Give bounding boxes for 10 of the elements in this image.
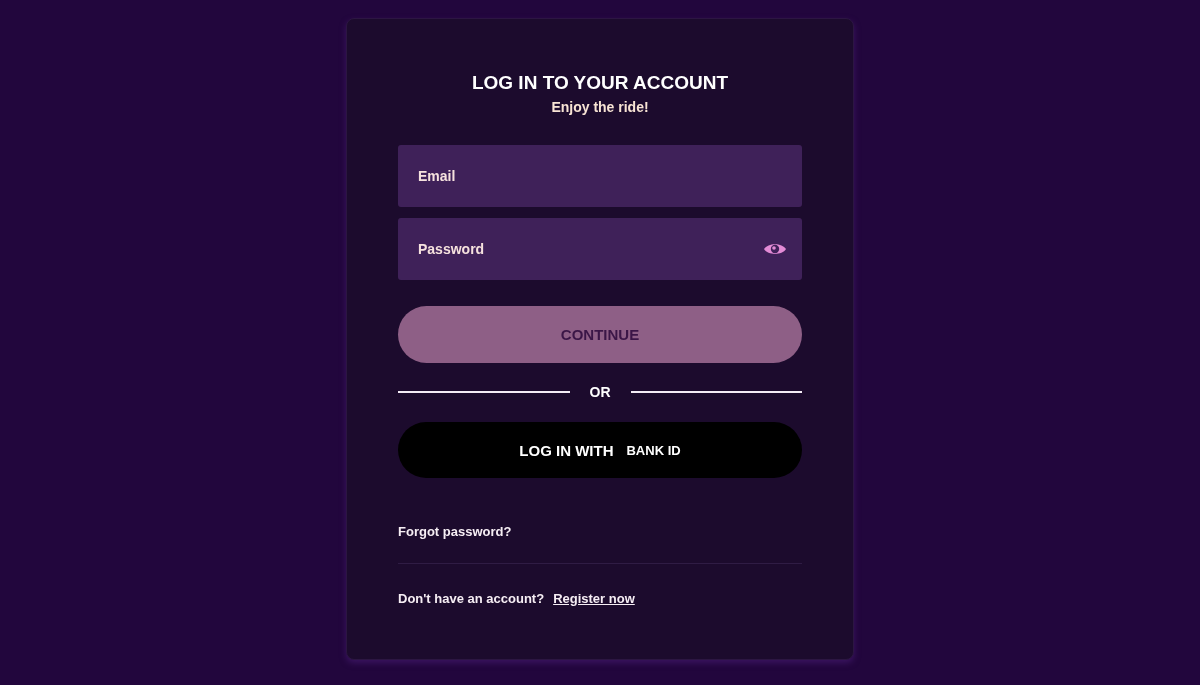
divider-label: OR <box>589 384 611 400</box>
register-prompt: Don't have an account? <box>398 590 545 608</box>
card-subtitle: Enjoy the ride! <box>551 98 649 116</box>
show-password-icon[interactable] <box>764 242 786 256</box>
email-field[interactable]: Email <box>398 145 802 207</box>
register-link[interactable]: Register now <box>553 590 635 608</box>
password-field[interactable]: Password <box>398 218 802 280</box>
card-title: LOG IN TO YOUR ACCOUNT <box>471 71 729 95</box>
bank-id-login-button[interactable]: LOG IN WITH BANK ID <box>398 422 802 478</box>
forgot-password-link[interactable]: Forgot password? <box>398 523 512 541</box>
